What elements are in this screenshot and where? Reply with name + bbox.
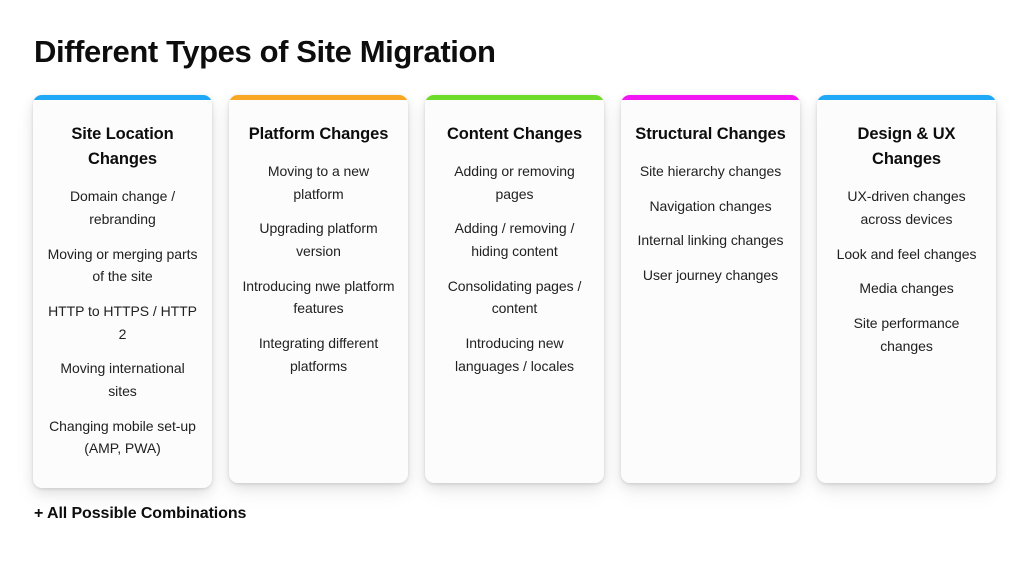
card-items-content-changes: Adding or removing pages Adding / removin… [437,160,592,377]
card-title-design-and-ux-changes: Design & UX Changes [857,125,956,169]
card-item: Site hierarchy changes [639,163,782,180]
card-item: Moving to a new platform [267,163,370,202]
footnote-all-combinations: + All Possible Combinations [34,505,247,522]
card-items-site-location-changes: Domain change / rebranding Moving or merg… [45,185,200,460]
accent-bar-platform-changes [229,95,408,100]
card-item: Introducing new languages / locales [455,335,574,374]
card-item: Introducing nwe platform features [242,277,395,317]
accent-bar-structural-changes [621,95,800,100]
accent-bar-content-changes [425,95,604,100]
card-item: Media changes [859,280,954,297]
card-item: Integrating different platforms [258,335,379,374]
card-items-platform-changes: Moving to a new platform Upgrading platfo… [241,160,396,377]
card-item: Internal linking changes [637,232,784,249]
card-title-content-changes: Content Changes [446,125,583,143]
accent-bar-site-location-changes [33,95,212,100]
card-item: Domain change / rebranding [69,188,176,227]
card-title-site-location-changes: Site Location Changes [71,125,174,169]
card-title-structural-changes: Structural Changes [635,125,786,143]
card-content-changes: Content Changes Adding or removing pages A… [425,95,604,483]
card-design-and-ux-changes: Design & UX Changes UX-driven changes acr… [817,95,996,483]
card-item: Moving international sites [60,360,185,399]
card-item: User journey changes [642,267,779,284]
page-title: Different Types of Site Migration [34,34,496,69]
card-items-design-and-ux-changes: UX-driven changes across devices Look and… [829,185,984,357]
card-item: Upgrading platform version [259,220,378,260]
card-item: Navigation changes [649,197,772,214]
card-structural-changes: Structural Changes Site hierarchy changes… [621,95,800,483]
card-item: Adding / removing / hiding content [454,220,575,260]
card-item: Consolidating pages / content [447,277,582,317]
card-item: Look and feel changes [836,245,977,262]
migration-type-cards: Site Location Changes Domain change / reb… [33,95,996,488]
card-items-structural-changes: Site hierarchy changes Navigation changes… [633,160,788,287]
card-title-platform-changes: Platform Changes [248,125,389,143]
card-item: Site performance changes [853,314,960,354]
card-item: Changing mobile set-up (AMP, PWA) [49,417,196,457]
card-item: Moving or merging parts of the site [47,245,198,285]
card-site-location-changes: Site Location Changes Domain change / reb… [33,95,212,488]
accent-bar-design-and-ux-changes [817,95,996,100]
slide-canvas: Different Types of Site Migration Site L… [0,0,1024,563]
card-item: HTTP to HTTPS / HTTP 2 [48,302,197,342]
card-item: Adding or removing pages [454,163,575,202]
card-platform-changes: Platform Changes Moving to a new platform… [229,95,408,483]
card-item: UX-driven changes across devices [847,188,966,227]
